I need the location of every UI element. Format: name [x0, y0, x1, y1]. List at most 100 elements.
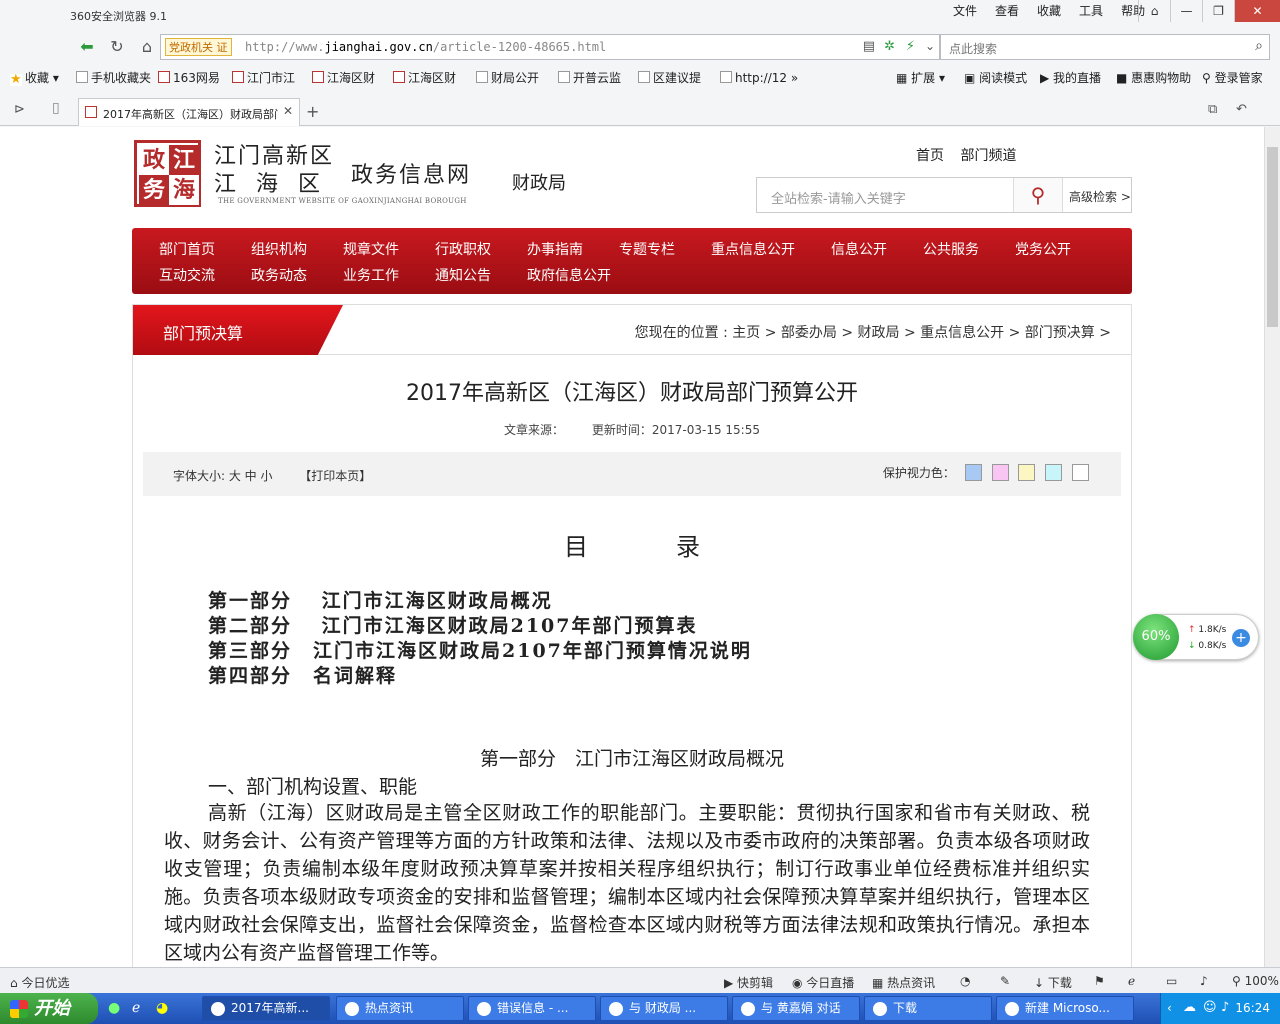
nav-item[interactable]: 组织机构 [251, 239, 307, 259]
taskbar-item[interactable]: 错误信息 - ... [468, 996, 596, 1021]
menu-favorites[interactable]: 收藏 [1028, 3, 1070, 19]
nav-item[interactable]: 部门首页 [159, 239, 215, 259]
window-icon[interactable]: ▭ [1166, 974, 1177, 988]
bookmark-favorites[interactable]: ★ 收藏 ▾ [10, 71, 59, 86]
volume-icon[interactable]: ♪ [1221, 1000, 1229, 1015]
start-button[interactable]: 开始 [0, 993, 98, 1024]
advanced-search-link[interactable]: 高级检索 > [1069, 188, 1131, 205]
extensions-button[interactable]: ▦ 扩展 ▾ [896, 71, 945, 85]
taskbar-item[interactable]: 与 财政局 ... [600, 996, 728, 1021]
taskbar-item[interactable]: 与 黄嘉娟 对话 [732, 996, 860, 1021]
network-icon[interactable]: ☁ [1183, 1000, 1196, 1015]
nav-item[interactable]: 重点信息公开 [711, 239, 795, 259]
back-arrow-icon[interactable]: ⬅ [76, 36, 98, 58]
browser-search[interactable]: 点此搜索 ⌕ [940, 34, 1270, 60]
bookmark-item[interactable]: 区建议提 [638, 71, 701, 85]
taskbar-item[interactable]: 热点资讯 [336, 996, 464, 1021]
nav-item[interactable]: 公共服务 [923, 239, 979, 259]
qq-quicklaunch-icon[interactable]: ◕ [156, 1000, 168, 1016]
print-link[interactable]: 【打印本页】 [299, 469, 371, 483]
live-today-button[interactable]: ◉ 今日直播 [792, 974, 854, 991]
skin-icon[interactable]: ⌂ [1138, 0, 1170, 22]
tools-icon[interactable]: ✎ [1000, 974, 1010, 988]
nav-item[interactable]: 行政职权 [435, 239, 491, 259]
network-meter[interactable]: 60% ↑ 1.8K/s ↓ 0.8K/s + [1133, 614, 1259, 660]
chevron-down-icon[interactable]: ⌄ [925, 39, 935, 53]
new-tab-icon[interactable]: + [306, 102, 319, 121]
bookmark-item[interactable]: 163网易 [158, 71, 220, 85]
flag-icon[interactable]: ⚑ [1094, 974, 1105, 988]
restore-tab-icon[interactable]: ⧉ [1208, 102, 1217, 117]
menu-file[interactable]: 文件 [944, 3, 986, 19]
bookmark-item[interactable]: 江海区财 [312, 71, 375, 85]
clock[interactable]: 16:24 [1235, 1001, 1270, 1015]
bookmark-item[interactable]: 江海区财 [393, 71, 456, 85]
undo-close-icon[interactable]: ↶ [1236, 102, 1247, 117]
tab-active[interactable]: 2017年高新区（江海区）财政局部门预算公开 ✕ [78, 98, 300, 126]
nav-item[interactable]: 党务公开 [1015, 239, 1071, 259]
nav-item[interactable]: 信息公开 [831, 239, 887, 259]
quick-edit-button[interactable]: ▶ 快剪辑 [724, 974, 773, 991]
font-size-controls[interactable]: 字体大小: 大 中 小 【打印本页】 [173, 467, 371, 484]
color-swatch-pink[interactable] [991, 464, 1009, 481]
reader-icon[interactable]: ▤ [863, 39, 875, 54]
section-tab[interactable]: 部门预决算 [133, 305, 343, 355]
history-icon[interactable]: ◔ [960, 974, 970, 988]
taskbar-item[interactable]: 新建 Microso... [996, 996, 1134, 1021]
tab-close-icon[interactable]: ✕ [283, 104, 293, 118]
nav-item[interactable]: 业务工作 [343, 265, 399, 285]
nav-item[interactable]: 互动交流 [159, 265, 215, 285]
bookmark-item[interactable]: 手机收藏夹 [76, 71, 151, 85]
minimize-button[interactable]: — [1170, 0, 1202, 22]
sidebar-toggle-icon[interactable]: ⊳ [14, 102, 25, 117]
hot-news-button[interactable]: ▦ 热点资讯 [872, 974, 935, 991]
bookmark-item[interactable]: 开普云监 [558, 71, 621, 85]
breadcrumb[interactable]: 您现在的位置 : 主页 > 部委办局 > 财政局 > 重点信息公开 > 部门预决… [635, 322, 1111, 342]
url-text[interactable]: http://www.jianghai.gov.cn/article-1200-… [245, 40, 606, 54]
plus-icon[interactable]: + [1232, 629, 1250, 647]
nav-item[interactable]: 政府信息公开 [527, 265, 611, 285]
download-button[interactable]: ↓ 下载 [1034, 974, 1072, 991]
reading-mode-button[interactable]: ▣ 阅读模式 [964, 71, 1027, 85]
live-button[interactable]: ▶ 我的直播 [1040, 71, 1101, 85]
color-swatch-cyan[interactable] [1045, 464, 1063, 481]
user-icon[interactable]: ☺ [1203, 1000, 1217, 1015]
phone-icon[interactable]: ▯ [52, 100, 60, 116]
refresh-icon[interactable]: ↻ [106, 36, 128, 58]
link-dept-channel[interactable]: 部门频道 [960, 148, 1016, 164]
vertical-scrollbar[interactable] [1264, 127, 1280, 967]
site-search-input[interactable]: 全站检索-请输入关键字 [771, 188, 906, 207]
browser-search-input[interactable]: 点此搜索 [949, 40, 997, 57]
menu-view[interactable]: 查看 [986, 3, 1028, 19]
close-button[interactable]: ✕ [1234, 0, 1280, 22]
menu-tools[interactable]: 工具 [1070, 3, 1112, 19]
shopping-button[interactable]: ■ 惠惠购物助 [1116, 71, 1191, 85]
scroll-thumb[interactable] [1267, 147, 1278, 327]
security-icon[interactable]: ✲ [884, 39, 895, 54]
taskbar-item[interactable]: 2017年高新... [202, 996, 330, 1021]
browser-quicklaunch-icon[interactable]: ● [108, 1000, 120, 1016]
maximize-button[interactable]: ❐ [1202, 0, 1234, 22]
today-picks[interactable]: ⌂ 今日优选 [10, 974, 69, 991]
color-swatch-yellow[interactable] [1018, 464, 1036, 481]
nav-item[interactable]: 政务动态 [251, 265, 307, 285]
nav-item[interactable]: 规章文件 [343, 239, 399, 259]
search-icon[interactable]: ⚲ [1013, 178, 1063, 212]
taskbar-item[interactable]: 下载 [864, 996, 992, 1021]
nav-item[interactable]: 办事指南 [527, 239, 583, 259]
address-bar[interactable]: 党政机关 证 http://www.jianghai.gov.cn/articl… [160, 34, 940, 60]
color-swatch-blue[interactable] [964, 464, 982, 481]
bookmark-item[interactable]: http://12 » [720, 71, 798, 85]
login-manager-button[interactable]: ⚲ 登录管家 [1202, 71, 1263, 85]
ie-icon[interactable]: ℯ [1128, 974, 1135, 988]
link-home[interactable]: 首页 [916, 148, 944, 164]
sound-icon[interactable]: ♪ [1200, 974, 1208, 988]
nav-item[interactable]: 专题专栏 [619, 239, 675, 259]
ie-quicklaunch-icon[interactable]: ℯ [132, 1000, 140, 1016]
tray-expand-icon[interactable]: ‹ [1167, 1001, 1172, 1015]
nav-item[interactable]: 通知公告 [435, 265, 491, 285]
search-icon[interactable]: ⌕ [1255, 38, 1263, 54]
site-logo[interactable]: 政 江 务 海 [134, 140, 201, 207]
bookmark-item[interactable]: 财局公开 [476, 71, 539, 85]
zoom-level[interactable]: ⚲ 100% [1232, 974, 1279, 988]
